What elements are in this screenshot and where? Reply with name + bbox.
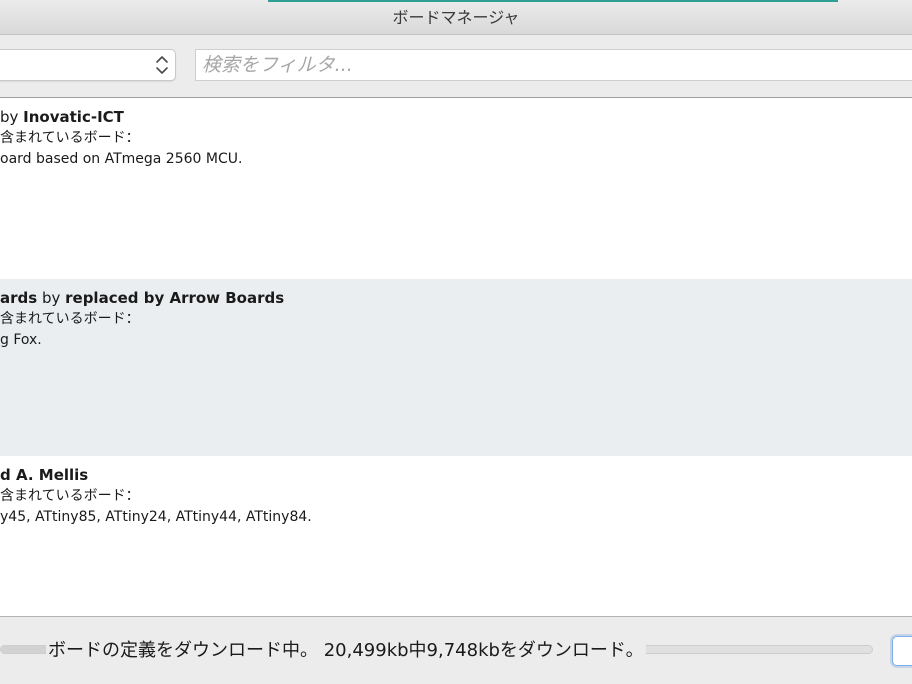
download-status-text: ボードの定義をダウンロード中。 20,499kb中9,748kbをダウンロード。 [46, 638, 646, 664]
type-select[interactable] [0, 49, 176, 81]
title-bar: ボードマネージャ [0, 0, 912, 35]
board-author: replaced by Arrow Boards [65, 289, 285, 307]
board-list-item[interactable]: ards by replaced by Arrow Boards 含まれているボ… [0, 279, 912, 456]
search-filter-input[interactable] [195, 49, 912, 81]
board-name: ards [0, 289, 38, 307]
board-list-item[interactable]: by Inovatic-ICT 含まれているボード： oard based on… [0, 98, 912, 279]
included-boards-label: 含まれているボード： [0, 311, 140, 327]
window-title: ボードマネージャ [392, 8, 520, 27]
board-title: by Inovatic-ICT [0, 108, 124, 126]
included-boards-list: y45, ATtiny85, ATtiny24, ATtiny44, ATtin… [0, 509, 312, 525]
board-by-label: by [0, 108, 24, 126]
included-boards-label: 含まれているボード： [0, 130, 140, 146]
board-title: d A. Mellis [0, 466, 88, 484]
board-by-label: by [37, 289, 66, 307]
up-down-chevron-icon [156, 56, 168, 74]
board-list[interactable]: by Inovatic-ICT 含まれているボード： oard based on… [0, 98, 912, 617]
cancel-button[interactable] [892, 636, 912, 666]
board-author: d A. Mellis [0, 466, 89, 484]
included-boards-list: oard based on ATmega 2560 MCU. [0, 151, 243, 167]
included-boards-list: g Fox. [0, 332, 42, 348]
board-list-item[interactable]: d A. Mellis 含まれているボード： y45, ATtiny85, AT… [0, 456, 912, 616]
filter-toolbar [0, 35, 912, 98]
board-title: ards by replaced by Arrow Boards [0, 289, 284, 307]
board-author: Inovatic-ICT [23, 108, 124, 126]
included-boards-label: 含まれているボード： [0, 488, 140, 504]
